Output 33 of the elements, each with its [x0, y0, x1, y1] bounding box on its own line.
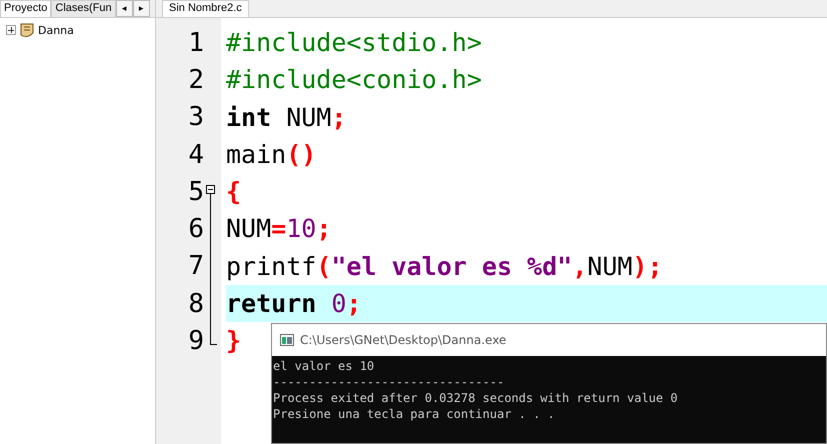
tree-label[interactable]: Danna [38, 24, 74, 36]
line-number: 4 [187, 140, 204, 170]
code-line: #include<conio.h> [226, 64, 482, 96]
scroll-button[interactable]: ◂ [116, 0, 133, 17]
code-line: printf("el valor es %d",NUM); [226, 250, 663, 283]
code-line: NUM=10; [226, 213, 332, 246]
console-output-line: Presione una tecla para continuar . . . [273, 406, 556, 422]
line-number: 9 [187, 326, 204, 356]
line-number: 8 [187, 288, 204, 319]
panel-tab[interactable]: Clases(Fun [51, 0, 116, 17]
code-line: main() [226, 138, 316, 171]
line-number: 5 [187, 176, 204, 207]
console-title: C:\Users\GNet\Desktop\Danna.exe [300, 333, 506, 347]
line-number: 3 [187, 102, 204, 132]
line-number: 7 [187, 251, 204, 282]
code-line: } [226, 325, 242, 358]
console-output-line: Process exited after 0.03278 seconds with return value 0 [273, 390, 679, 406]
code-line: #include<stdio.h> [226, 27, 482, 59]
project-icon [19, 22, 35, 38]
line-number: 6 [187, 214, 204, 244]
code-line: int NUM; [226, 102, 346, 134]
scroll-button[interactable]: ▸ [132, 0, 150, 17]
line-number: 1 [187, 28, 204, 58]
code-line: return 0; [226, 288, 362, 320]
fold-toggle-icon[interactable] [206, 185, 215, 194]
panel-tab[interactable]: Proyecto [0, 0, 52, 17]
console-output-line: -------------------------------- [273, 374, 506, 390]
file-tab[interactable]: Sin Nombre2.c [162, 0, 249, 17]
code-line: { [226, 176, 242, 208]
line-number: 2 [187, 64, 204, 95]
expand-icon[interactable] [6, 25, 16, 35]
console-icon [280, 334, 294, 346]
console-output-line: el valor es 10 [273, 358, 376, 374]
